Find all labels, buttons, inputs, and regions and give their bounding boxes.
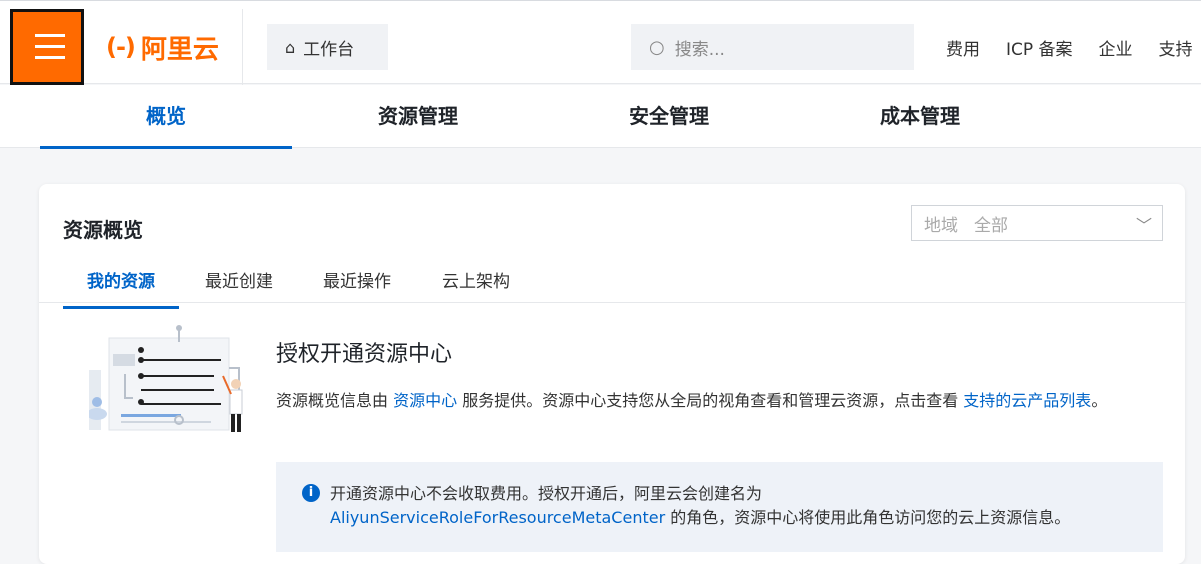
region-value: 全部 [974,215,1008,236]
search-placeholder: 搜索... [674,39,725,60]
notice-line-2: AliyunServiceRoleForResourceMetaCenter 的… [300,506,1163,530]
tab-cost-management[interactable]: 成本管理 [794,85,1046,148]
hamburger-menu-button[interactable] [10,9,84,85]
nav-link-billing[interactable]: 费用 [946,40,980,60]
main-tabs: 概览 资源管理 安全管理 成本管理 [0,85,1201,149]
menu-icon [35,34,65,37]
menu-icon-bar [35,56,65,59]
menu-icon-bar [35,45,65,48]
top-links: 费用 ICP 备案 企业 支持 [946,35,1201,60]
region-label: 地域 [924,215,958,236]
nav-link-support[interactable]: 支持 [1159,40,1193,60]
subtab-cloud-architecture[interactable]: 云上架构 [442,267,510,308]
tab-overview[interactable]: 概览 [40,85,292,149]
authorize-description: 资源概览信息由 资源中心 服务提供。资源中心支持您从全局的视角查看和管理云资源，… [276,388,1166,413]
subtab-recently-created[interactable]: 最近创建 [205,267,273,308]
supported-products-link[interactable]: 支持的云产品列表 [963,391,1091,410]
tab-security-management[interactable]: 安全管理 [543,85,795,148]
info-icon: i [302,484,320,502]
workbench-button[interactable]: ⌂ 工作台 [267,24,388,70]
desc-text-3: 。 [1091,391,1108,410]
search-icon: ○ [649,36,665,58]
service-role-name: AliyunServiceRoleForResourceMetaCenter [330,508,666,527]
resource-center-link[interactable]: 资源中心 [393,391,457,410]
aliyun-logo-mark: (-) [106,33,136,61]
notice-line-2-text: 的角色，资源中心将使用此角色访问您的云上资源信息。 [665,508,1071,527]
authorize-title: 授权开通资源中心 [276,342,453,367]
card-title: 资源概览 [63,218,143,242]
region-select[interactable]: 地域 全部 ﹀ [911,205,1163,241]
notice-line-1: 开通资源中心不会收取费用。授权开通后，阿里云会创建名为 [330,484,763,503]
desc-text-1: 资源概览信息由 [276,391,394,410]
search-input[interactable]: ○ 搜索... [631,24,914,70]
nav-link-enterprise[interactable]: 企业 [1099,40,1133,60]
subtab-my-resources[interactable]: 我的资源 [63,267,179,309]
resource-overview-card: 资源概览 地域 全部 ﹀ 我的资源 最近创建 最近操作 云上架构 授权开通资源中… [39,184,1185,564]
subtab-recent-operations[interactable]: 最近操作 [323,267,391,308]
aliyun-logo[interactable]: (-) 阿里云 [84,9,243,85]
tab-resource-management[interactable]: 资源管理 [292,85,544,148]
aliyun-logo-text: 阿里云 [140,34,219,65]
desc-text-2: 服务提供。资源中心支持您从全局的视角查看和管理云资源，点击查看 [457,391,964,410]
home-icon: ⌂ [285,37,296,57]
nav-link-icp[interactable]: ICP 备案 [1006,40,1073,60]
chevron-down-icon: ﹀ [1135,216,1152,235]
resource-center-illustration [89,325,243,432]
workbench-label: 工作台 [303,39,355,60]
info-notice: i 开通资源中心不会收取费用。授权开通后，阿里云会创建名为 AliyunServ… [276,462,1163,552]
top-navigation-bar: (-) 阿里云 ⌂ 工作台 ○ 搜索... 费用 ICP 备案 企业 支持 [0,0,1201,85]
resource-subtabs: 我的资源 最近创建 最近操作 云上架构 [39,262,1185,309]
